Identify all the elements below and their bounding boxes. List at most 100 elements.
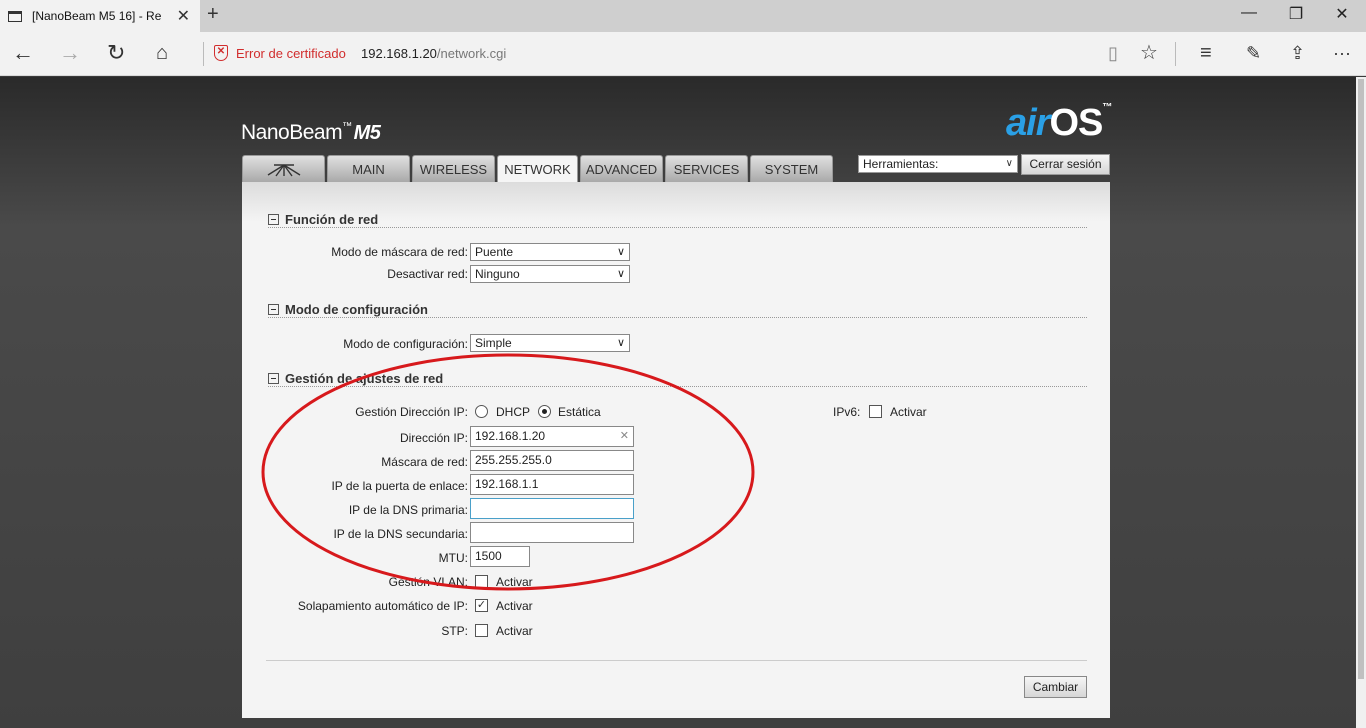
network-settings-panel: Función de red Modo de máscara de red: P… [242, 182, 1110, 718]
tab-main[interactable]: MAIN [327, 155, 410, 182]
product-logo: NanoBeam™ M5 [241, 121, 381, 144]
certificate-error[interactable]: ✕ Error de certificado [214, 45, 346, 61]
netmask-label: Máscara de red: [381, 455, 468, 469]
browser-tab-bar: [NanoBeam M5 16] - Re ✕ + — ❐ ✕ [0, 0, 1366, 32]
change-button[interactable]: Cambiar [1024, 676, 1087, 698]
network-mode-select[interactable]: Puente ∨ [470, 243, 630, 261]
ip-management-label: Gestión Dirección IP: [355, 405, 468, 419]
refresh-icon[interactable]: ↻ [107, 41, 125, 65]
close-window-icon[interactable]: ✕ [1319, 4, 1365, 24]
shield-warning-icon: ✕ [214, 45, 228, 61]
scrollbar-thumb[interactable] [1358, 79, 1364, 679]
section-divider [268, 227, 1087, 228]
minimize-icon[interactable]: — [1226, 4, 1272, 22]
ipv6-checkbox[interactable] [869, 405, 882, 418]
collapse-icon[interactable] [268, 214, 279, 225]
logout-button[interactable]: Cerrar sesión [1021, 154, 1110, 175]
vlan-management-label: Gestión VLAN: [388, 575, 468, 589]
section-config-mode[interactable]: Modo de configuración [268, 302, 428, 317]
ip-address-label: Dirección IP: [399, 431, 468, 445]
section-network-role[interactable]: Función de red [268, 212, 378, 227]
ipv6-enable-label: Activar [890, 405, 927, 419]
primary-dns-input[interactable] [470, 498, 634, 519]
collapse-icon[interactable] [268, 373, 279, 384]
section-network-settings[interactable]: Gestión de ajustes de red [268, 371, 443, 386]
auto-ip-alias-label: Solapamiento automático de IP: [297, 599, 468, 613]
section-title: Modo de configuración [285, 302, 428, 317]
more-icon[interactable]: ··· [1333, 41, 1351, 65]
ip-address-value: 192.168.1.20 [475, 429, 546, 443]
disable-network-value: Ninguno [475, 267, 520, 281]
ipv6-label: IPv6: [833, 405, 861, 419]
auto-ip-alias-enable-label: Activar [496, 599, 533, 613]
share-icon[interactable]: ⇪ [1290, 41, 1305, 65]
network-mode-value: Puente [475, 245, 514, 259]
new-tab-icon[interactable]: + [207, 3, 219, 26]
restore-icon[interactable]: ❐ [1273, 4, 1319, 24]
primary-dns-label: IP de la DNS primaria: [348, 503, 468, 517]
home-icon[interactable]: ⌂ [156, 41, 168, 65]
vlan-enable-label: Activar [496, 575, 533, 589]
hub-icon[interactable]: ≡ [1200, 41, 1212, 65]
secondary-dns-label: IP de la DNS secundaria: [333, 527, 468, 541]
forward-icon[interactable]: → [59, 41, 81, 65]
chevron-down-icon: ∨ [616, 268, 625, 280]
vlan-management-checkbox[interactable] [475, 575, 488, 588]
chevron-down-icon: ∨ [616, 337, 625, 349]
stp-checkbox[interactable] [475, 624, 488, 637]
mtu-label: MTU: [438, 551, 468, 565]
tab-services[interactable]: SERVICES [665, 155, 748, 182]
config-mode-label: Modo de configuración: [343, 337, 468, 351]
tab-system[interactable]: SYSTEM [750, 155, 833, 182]
stp-enable-label: Activar [496, 624, 533, 638]
tools-dropdown[interactable]: Herramientas: ∨ [858, 155, 1018, 173]
favorite-star-icon[interactable]: ☆ [1140, 41, 1158, 65]
divider [203, 42, 204, 66]
url-host: 192.168.1.20 [361, 46, 437, 61]
back-icon[interactable]: ← [12, 41, 34, 65]
mtu-input[interactable]: 1500 [470, 546, 530, 567]
reading-view-icon[interactable]: ▯ [1108, 41, 1118, 65]
ubiquiti-logo-icon [267, 164, 300, 177]
close-tab-icon[interactable]: ✕ [177, 6, 190, 26]
form-divider [266, 660, 1087, 661]
static-radio[interactable] [538, 405, 551, 418]
section-divider [268, 317, 1087, 318]
collapse-icon[interactable] [268, 304, 279, 315]
tab-title: [NanoBeam M5 16] - Re [32, 9, 162, 23]
clear-input-icon[interactable]: ✕ [620, 427, 629, 446]
tab-wireless[interactable]: WIRELESS [412, 155, 495, 182]
web-note-icon[interactable]: ✎ [1246, 41, 1261, 65]
tab-network[interactable]: NETWORK [497, 155, 578, 183]
secondary-dns-input[interactable] [470, 522, 634, 543]
disable-network-select[interactable]: Ninguno ∨ [470, 265, 630, 283]
main-tabs: MAIN WIRELESS NETWORK ADVANCED SERVICES … [242, 155, 835, 183]
config-mode-value: Simple [475, 336, 512, 350]
dhcp-label: DHCP [496, 405, 531, 419]
browser-tab[interactable]: [NanoBeam M5 16] - Re ✕ [0, 0, 200, 32]
gateway-input[interactable]: 192.168.1.1 [470, 474, 634, 495]
disable-network-label: Desactivar red: [387, 267, 468, 281]
browser-nav-bar: ← → ↻ ⌂ ✕ Error de certificado 192.168.1… [0, 32, 1366, 76]
stp-label: STP: [441, 624, 468, 638]
tab-ubiquiti-logo[interactable] [242, 155, 325, 182]
tools-dropdown-value: Herramientas: [863, 157, 939, 171]
divider [1175, 42, 1176, 66]
dhcp-radio[interactable] [475, 405, 488, 418]
address-bar[interactable]: 192.168.1.20/network.cgi [361, 46, 506, 61]
tab-advanced[interactable]: ADVANCED [580, 155, 663, 182]
section-title: Gestión de ajustes de red [285, 371, 444, 386]
url-path: /network.cgi [436, 46, 507, 61]
config-mode-select[interactable]: Simple ∨ [470, 334, 630, 352]
section-title: Función de red [285, 212, 379, 227]
netmask-input[interactable]: 255.255.255.0 [470, 450, 634, 471]
airos-logo: airOS™ [1006, 102, 1112, 144]
network-mode-label: Modo de máscara de red: [331, 245, 468, 259]
auto-ip-alias-checkbox[interactable]: ✓ [475, 599, 488, 612]
cert-error-label: Error de certificado [236, 45, 346, 61]
chevron-down-icon: ∨ [1005, 158, 1013, 169]
page-icon [8, 10, 22, 22]
chevron-down-icon: ∨ [616, 246, 625, 258]
gateway-label: IP de la puerta de enlace: [331, 479, 468, 493]
ip-address-input[interactable]: 192.168.1.20 ✕ [470, 426, 634, 447]
